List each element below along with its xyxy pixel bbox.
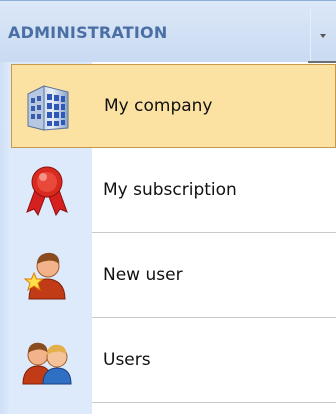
- chevron-down-icon: [320, 34, 326, 38]
- menu-item-label: New user: [103, 265, 183, 285]
- menu-item-label: Users: [103, 350, 151, 370]
- menu-item-users[interactable]: Users: [11, 318, 336, 402]
- menu-item-label: My company: [104, 96, 213, 116]
- company-building-icon: [22, 80, 74, 132]
- administration-panel: ADMINISTRATION My company My subscriptio…: [0, 0, 336, 414]
- administration-menu: My company My subscription New user User…: [0, 62, 336, 414]
- users-icon: [21, 334, 73, 386]
- header-dropdown-button[interactable]: [310, 9, 336, 63]
- menu-item-new-user[interactable]: New user: [11, 233, 336, 317]
- menu-item-label: My subscription: [103, 180, 237, 200]
- new-user-icon: [21, 249, 73, 301]
- menu-item-my-subscription[interactable]: My subscription: [11, 148, 336, 232]
- menu-separator: [92, 402, 336, 403]
- subscription-ribbon-icon: [21, 164, 73, 217]
- panel-header[interactable]: ADMINISTRATION: [0, 0, 336, 63]
- menu-item-my-company[interactable]: My company: [11, 64, 336, 148]
- panel-title: ADMINISTRATION: [8, 23, 168, 42]
